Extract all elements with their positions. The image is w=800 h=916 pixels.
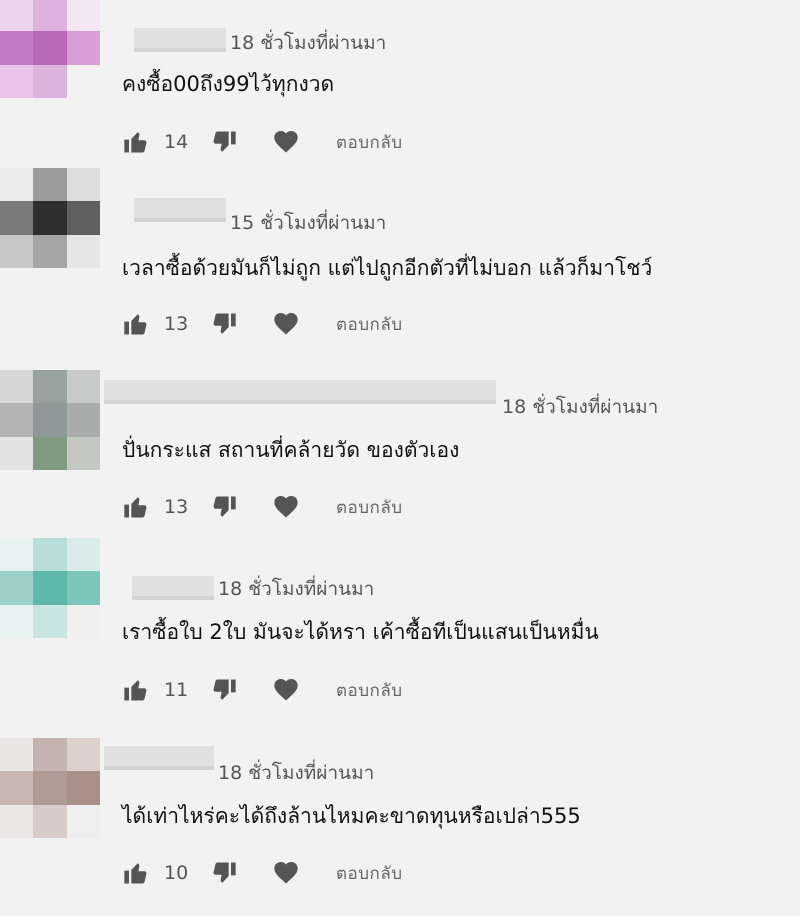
like-count: 14 bbox=[164, 131, 189, 153]
avatar[interactable] bbox=[0, 168, 100, 268]
author-name-redacted[interactable] bbox=[104, 746, 214, 770]
heart-icon[interactable] bbox=[272, 859, 300, 887]
comment-text: ปั่นกระแส สถานที่คล้ายวัด ของตัวเอง bbox=[122, 438, 460, 462]
like-count: 13 bbox=[164, 496, 189, 518]
author-name-redacted[interactable] bbox=[104, 380, 496, 404]
comment-timestamp[interactable]: 18 ชั่วโมงที่ผ่านมา bbox=[502, 392, 658, 422]
avatar[interactable] bbox=[0, 738, 100, 838]
like-count: 13 bbox=[164, 313, 189, 335]
comment-actions: 14 ตอบกลับ bbox=[122, 127, 403, 157]
comment-timestamp[interactable]: 15 ชั่วโมงที่ผ่านมา bbox=[230, 208, 386, 238]
author-name-redacted[interactable] bbox=[132, 576, 214, 600]
thumbs-down-icon[interactable] bbox=[210, 676, 238, 704]
comment-text: เราซื้อใบ 2ใบ มันจะได้หรา เค้าซื้อทีเป็น… bbox=[122, 620, 599, 644]
author-name-redacted[interactable] bbox=[134, 28, 226, 52]
avatar[interactable] bbox=[0, 0, 100, 98]
thumbs-down-icon[interactable] bbox=[210, 859, 238, 887]
comment-timestamp[interactable]: 18 ชั่วโมงที่ผ่านมา bbox=[218, 758, 374, 788]
comment-timestamp[interactable]: 18 ชั่วโมงที่ผ่านมา bbox=[230, 28, 386, 58]
thumbs-up-icon[interactable] bbox=[122, 676, 150, 704]
like-count: 10 bbox=[164, 862, 189, 884]
author-name-redacted[interactable] bbox=[134, 198, 226, 222]
heart-icon[interactable] bbox=[272, 128, 300, 156]
reply-button[interactable]: ตอบกลับ bbox=[336, 129, 403, 156]
heart-icon[interactable] bbox=[272, 493, 300, 521]
avatar[interactable] bbox=[0, 538, 100, 638]
comment-text: เวลาซื้อด้วยมันก็ไม่ถูก แต่ไปถูกอีกตัวที… bbox=[122, 256, 653, 280]
thumbs-up-icon[interactable] bbox=[122, 128, 150, 156]
thumbs-up-icon[interactable] bbox=[122, 859, 150, 887]
thumbs-up-icon[interactable] bbox=[122, 310, 150, 338]
reply-button[interactable]: ตอบกลับ bbox=[336, 860, 403, 887]
comment-text: คงซื้อ00ถึง99ไว้ทุกงวด bbox=[122, 72, 335, 96]
thumbs-down-icon[interactable] bbox=[210, 128, 238, 156]
thumbs-down-icon[interactable] bbox=[210, 493, 238, 521]
comment-actions: 11 ตอบกลับ bbox=[122, 675, 403, 705]
reply-button[interactable]: ตอบกลับ bbox=[336, 494, 403, 521]
thumbs-up-icon[interactable] bbox=[122, 493, 150, 521]
heart-icon[interactable] bbox=[272, 676, 300, 704]
comment-actions: 13 ตอบกลับ bbox=[122, 309, 403, 339]
reply-button[interactable]: ตอบกลับ bbox=[336, 311, 403, 338]
reply-button[interactable]: ตอบกลับ bbox=[336, 677, 403, 704]
comment-timestamp[interactable]: 18 ชั่วโมงที่ผ่านมา bbox=[218, 574, 374, 604]
heart-icon[interactable] bbox=[272, 310, 300, 338]
comment-text: ได้เท่าไหร่คะได้ถึงล้านไหมคะขาดทุนหรือเป… bbox=[122, 804, 581, 828]
like-count: 11 bbox=[164, 679, 189, 701]
thumbs-down-icon[interactable] bbox=[210, 310, 238, 338]
comment-actions: 13 ตอบกลับ bbox=[122, 492, 403, 522]
avatar[interactable] bbox=[0, 370, 100, 470]
comment-actions: 10 ตอบกลับ bbox=[122, 858, 403, 888]
